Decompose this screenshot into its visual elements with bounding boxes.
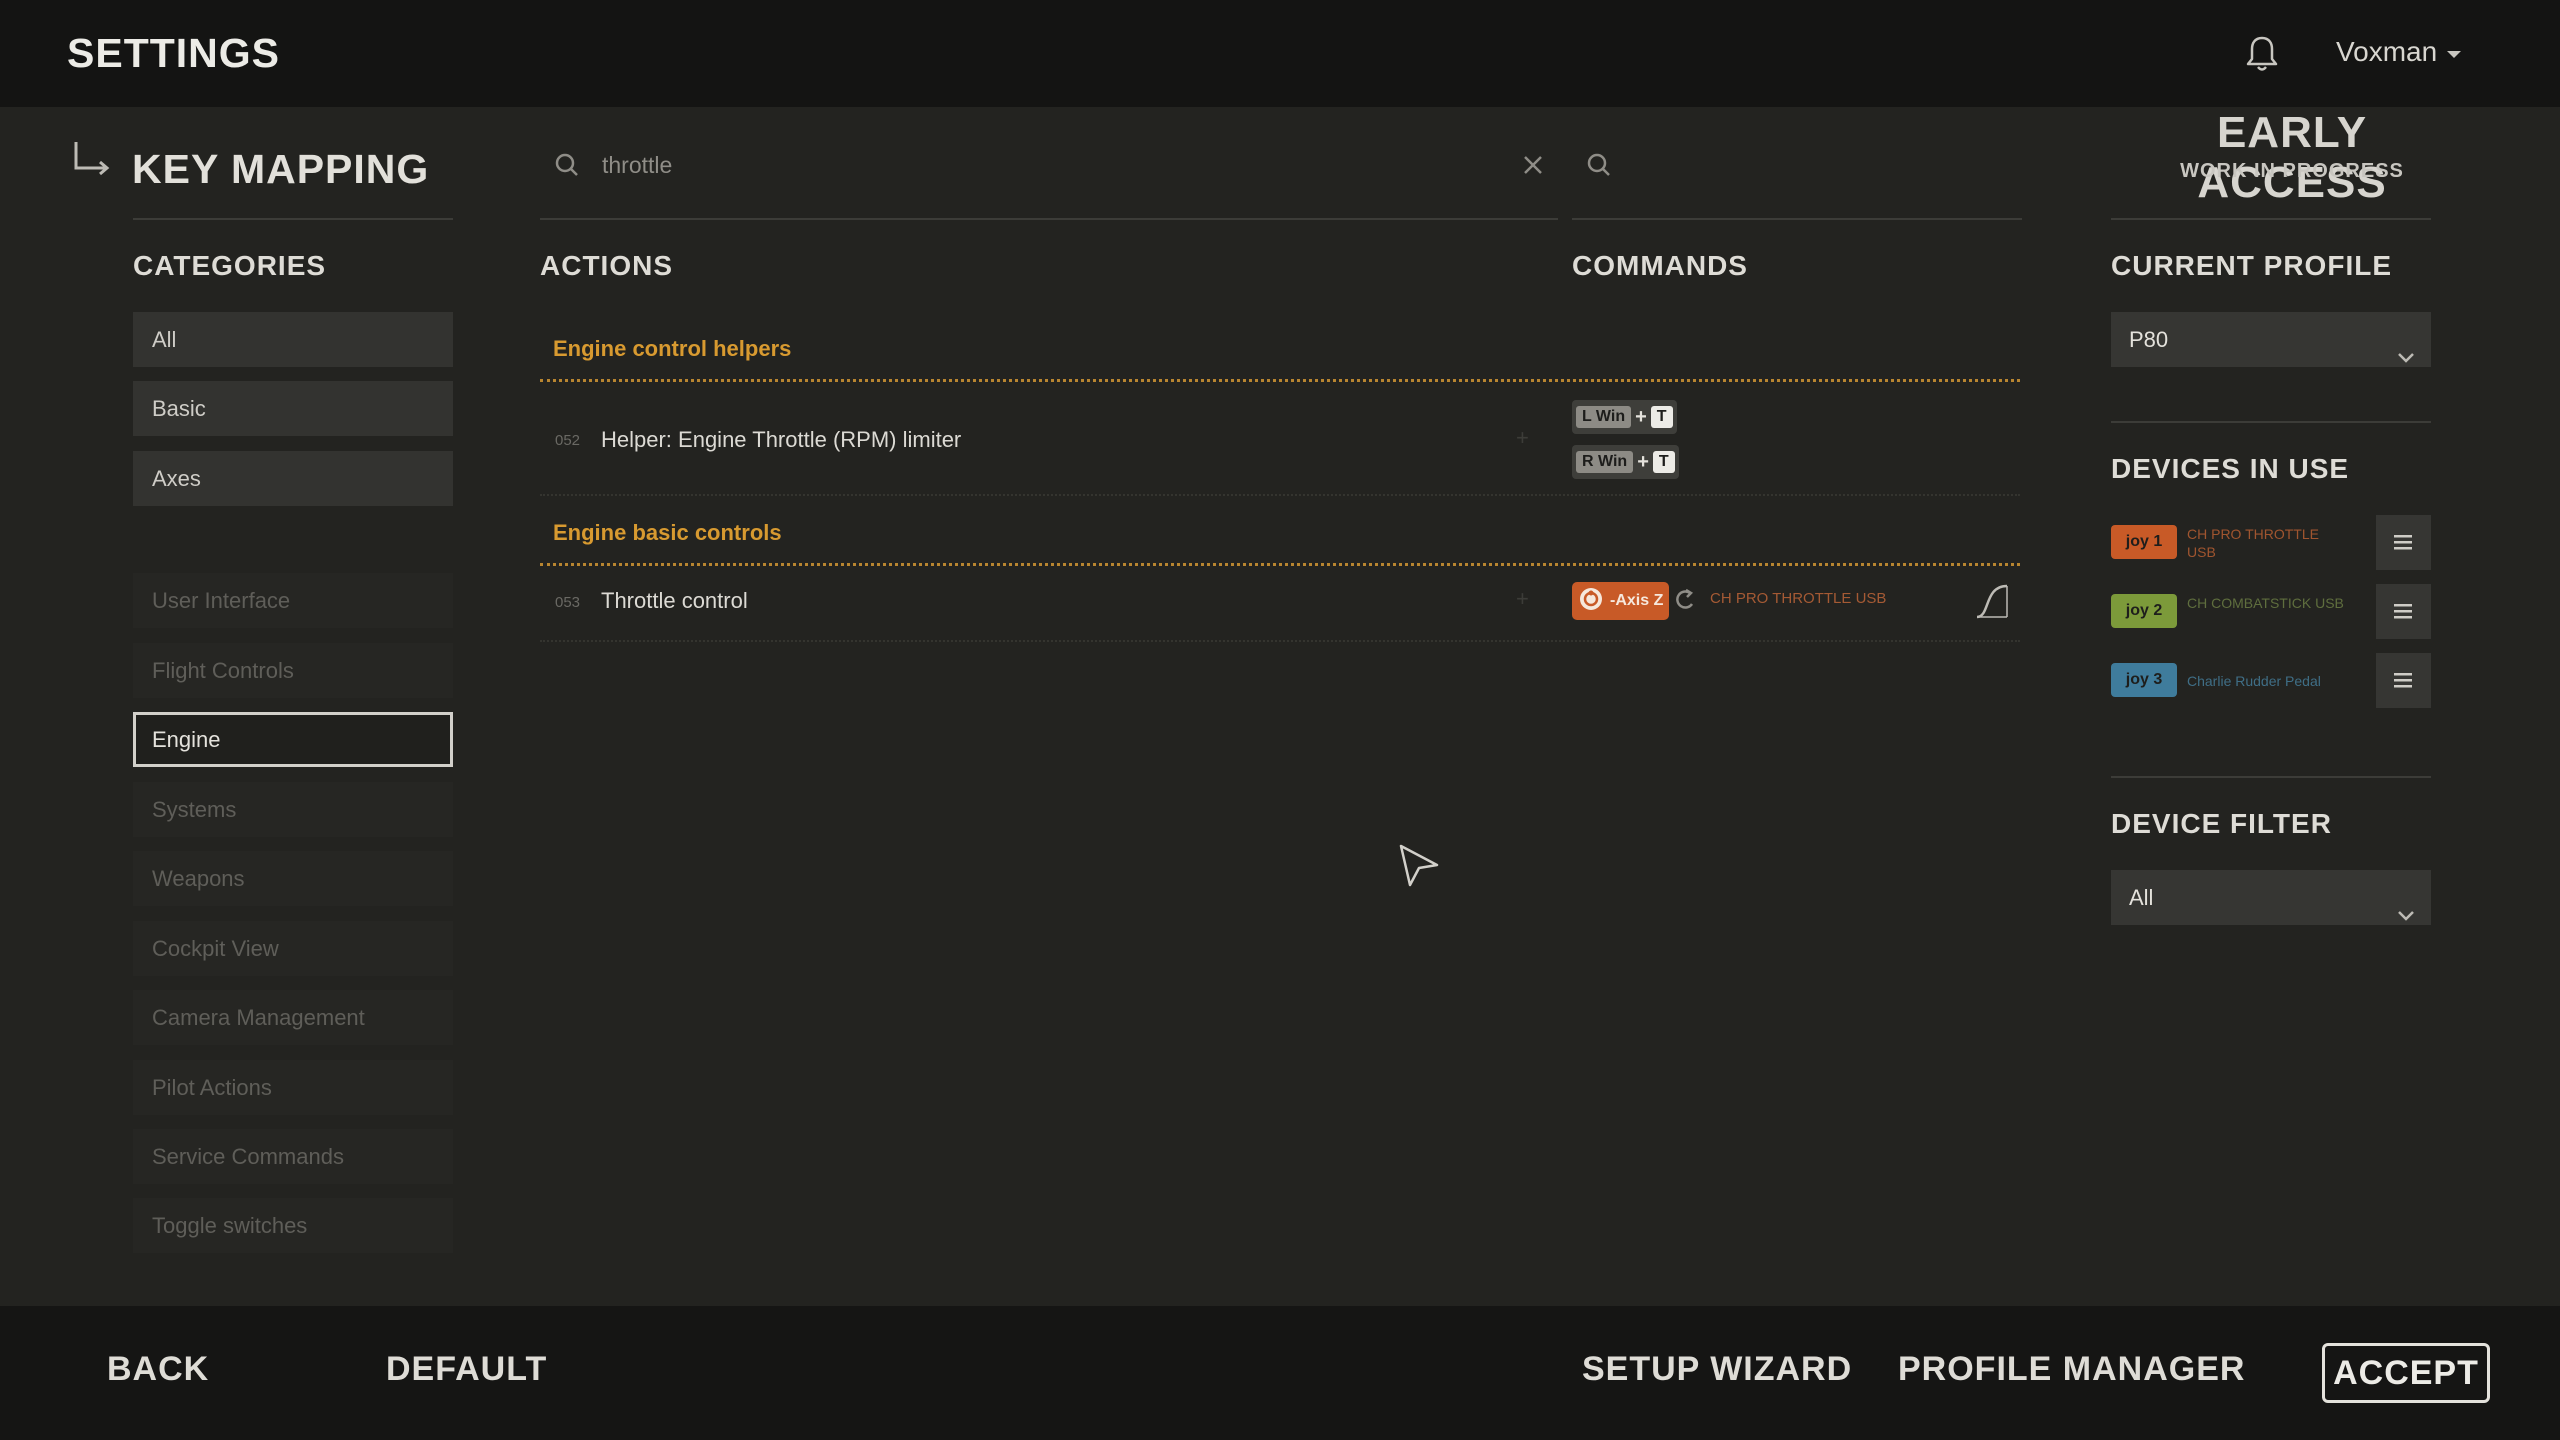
action-number: 052: [555, 432, 581, 449]
section-title: KEY MAPPING: [132, 146, 430, 192]
user-menu[interactable]: Voxman: [2336, 36, 2462, 68]
category-cockpit-view[interactable]: Cockpit View: [133, 921, 453, 976]
category-all[interactable]: All: [133, 312, 453, 367]
device-filter-heading: DEVICE FILTER: [2111, 808, 2332, 839]
plus-sign: +: [1637, 450, 1649, 473]
search-icon: [1586, 152, 1612, 178]
device-name: CH PRO THROTTLE USB: [2187, 526, 2319, 560]
divider: [1572, 218, 2022, 220]
device-badge: joy 2: [2111, 594, 2177, 628]
category-flight-controls[interactable]: Flight Controls: [133, 643, 453, 698]
category-weapons[interactable]: Weapons: [133, 851, 453, 906]
category-engine[interactable]: Engine: [133, 712, 453, 767]
device-row: joy 2 CH COMBATSTICK USB: [2111, 584, 2431, 639]
category-camera-management[interactable]: Camera Management: [133, 990, 453, 1045]
mouse-cursor-icon: [1398, 843, 1440, 889]
divider: [540, 218, 1558, 220]
category-axes[interactable]: Axes: [133, 451, 453, 506]
chevron-down-icon: [2397, 331, 2415, 363]
top-bar: [0, 0, 2560, 107]
commands-heading: COMMANDS: [1572, 250, 1748, 281]
close-icon[interactable]: [1520, 152, 1546, 178]
key: T: [1652, 451, 1675, 473]
command-search-input[interactable]: [1634, 146, 1994, 184]
key: T: [1650, 406, 1673, 428]
axis-binding[interactable]: -Axis Z: [1572, 582, 1670, 620]
device-row: joy 1 CH PRO THROTTLE USB: [2111, 515, 2431, 570]
menu-icon: [2394, 535, 2412, 550]
category-toggle-switches[interactable]: Toggle switches: [133, 1198, 453, 1253]
add-binding-icon[interactable]: +: [1516, 586, 1529, 612]
row-divider: [540, 494, 2020, 496]
device-menu-button[interactable]: [2376, 584, 2431, 639]
category-pilot-actions[interactable]: Pilot Actions: [133, 1060, 453, 1115]
device-badge: joy 3: [2111, 663, 2177, 697]
accept-button[interactable]: ACCEPT: [2322, 1343, 2490, 1403]
action-label: Throttle control: [601, 588, 748, 613]
device-name: CH COMBATSTICK USB: [2187, 595, 2344, 611]
joystick-icon: [1578, 586, 1604, 617]
device-badge: joy 1: [2111, 525, 2177, 559]
axis-label: -Axis Z: [1610, 592, 1664, 609]
modifier-key: L Win: [1576, 406, 1632, 428]
action-search[interactable]: [540, 140, 1560, 190]
current-profile-heading: CURRENT PROFILE: [2111, 250, 2392, 281]
chevron-down-icon: [2447, 50, 2462, 58]
device-filter-dropdown[interactable]: All: [2111, 870, 2431, 925]
axis-device-name: CH PRO THROTTLE USB: [1710, 590, 1887, 607]
invert-icon[interactable]: [1674, 588, 1698, 612]
row-divider: [540, 640, 2020, 642]
divider: [133, 218, 453, 220]
menu-icon: [2394, 673, 2412, 688]
action-number: 053: [555, 594, 581, 611]
action-label: Helper: Engine Throttle (RPM) limiter: [601, 427, 962, 452]
search-input[interactable]: [602, 146, 1462, 184]
divider: [2111, 218, 2431, 220]
profile-value: P80: [2129, 327, 2169, 352]
add-binding-icon[interactable]: +: [1516, 425, 1529, 451]
menu-icon: [2394, 604, 2412, 619]
back-button[interactable]: BACK: [107, 1350, 209, 1389]
username: Voxman: [2336, 36, 2438, 67]
setup-wizard-button[interactable]: SETUP WIZARD: [1582, 1350, 1852, 1389]
return-arrow-icon: [72, 140, 112, 180]
group-heading: Engine control helpers: [553, 336, 792, 361]
actions-heading: ACTIONS: [540, 250, 673, 281]
axis-curve-icon[interactable]: [1974, 582, 2010, 620]
profile-manager-button[interactable]: PROFILE MANAGER: [1898, 1350, 2245, 1389]
early-access-subtitle: WORK IN PROGRESS: [2180, 160, 2404, 182]
page-title: SETTINGS: [67, 30, 281, 76]
modifier-key: R Win: [1576, 451, 1634, 473]
device-menu-button[interactable]: [2376, 515, 2431, 570]
category-service-commands[interactable]: Service Commands: [133, 1129, 453, 1184]
device-menu-button[interactable]: [2376, 653, 2431, 708]
category-user-interface[interactable]: User Interface: [133, 573, 453, 628]
device-filter-value: All: [2129, 885, 2154, 910]
devices-heading: DEVICES IN USE: [2111, 453, 2350, 484]
profile-dropdown[interactable]: P80: [2111, 312, 2431, 367]
device-name: Charlie Rudder Pedal: [2187, 673, 2321, 689]
category-basic[interactable]: Basic: [133, 381, 453, 436]
bell-icon[interactable]: [2244, 34, 2280, 74]
early-access-title: EARLY ACCESS: [2197, 108, 2387, 207]
categories-heading: CATEGORIES: [133, 250, 327, 281]
key-binding[interactable]: R Win + T: [1572, 445, 1679, 479]
search-icon: [554, 152, 580, 178]
plus-sign: +: [1635, 405, 1647, 428]
key-binding[interactable]: L Win + T: [1572, 400, 1677, 434]
command-search[interactable]: [1572, 140, 2022, 190]
divider: [2111, 776, 2431, 778]
group-divider: [540, 563, 2020, 566]
default-button[interactable]: DEFAULT: [386, 1350, 547, 1389]
group-heading: Engine basic controls: [553, 520, 782, 545]
group-divider: [540, 379, 2020, 382]
chevron-down-icon: [2397, 889, 2415, 921]
divider: [2111, 421, 2431, 423]
device-row: joy 3 Charlie Rudder Pedal: [2111, 653, 2431, 708]
category-systems[interactable]: Systems: [133, 782, 453, 837]
